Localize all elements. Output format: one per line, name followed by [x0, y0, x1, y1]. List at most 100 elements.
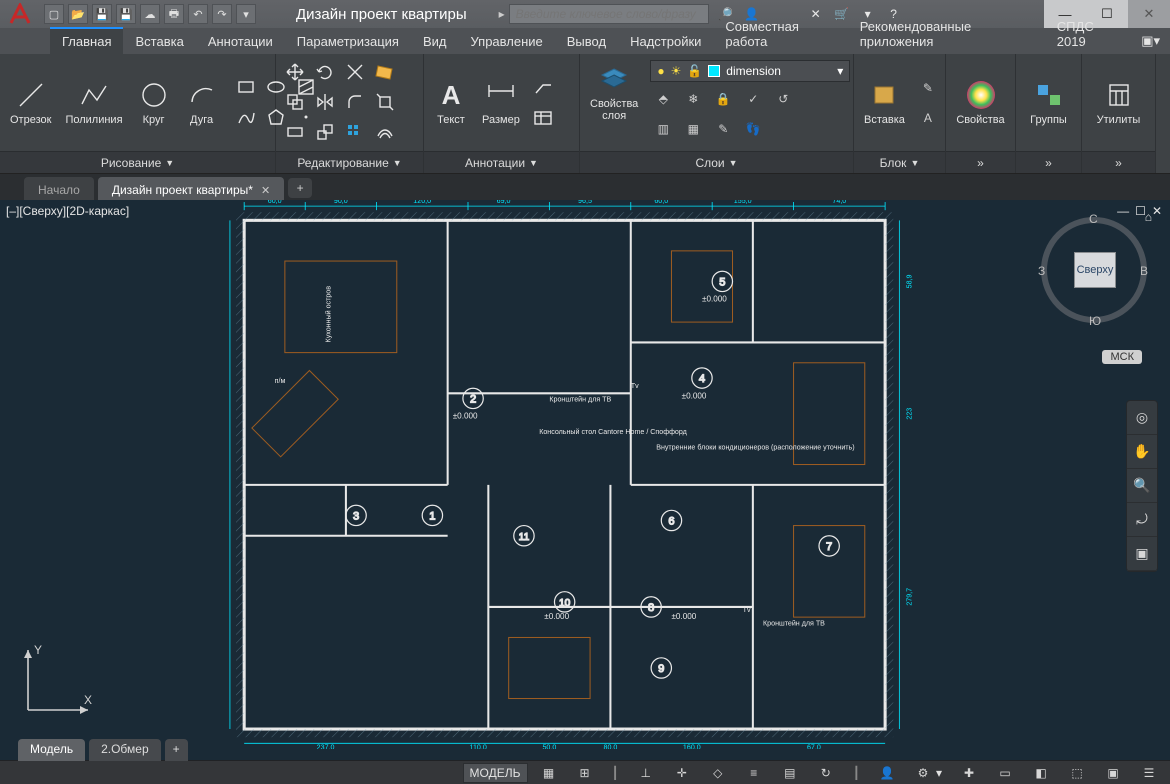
tool-trim-icon[interactable] — [342, 59, 368, 85]
qat-undo-icon[interactable]: ↶ — [188, 4, 208, 24]
tool-rectangle-icon[interactable] — [233, 74, 259, 100]
panel-modify-label[interactable]: Редактирование▼ — [276, 151, 423, 173]
panel-block-label[interactable]: Блок▼ — [854, 151, 945, 173]
layouttab-model[interactable]: Модель — [18, 739, 85, 761]
app-logo[interactable] — [0, 0, 40, 28]
status-osnap-icon[interactable]: ◇ — [703, 763, 733, 783]
qat-open-icon[interactable]: 📂 — [68, 4, 88, 24]
layer-match-icon[interactable]: ✓ — [740, 86, 766, 112]
tab-spds[interactable]: СПДС 2019 — [1047, 14, 1131, 54]
filetab-start[interactable]: Начало — [24, 177, 94, 200]
panel-utilities-label[interactable]: » — [1082, 151, 1155, 173]
tool-explode-icon[interactable] — [372, 89, 398, 115]
layouttab-1[interactable]: 2.Обмер — [89, 739, 161, 761]
status-workspace-icon[interactable]: ⚙▾ — [908, 763, 948, 783]
tool-erase-icon[interactable] — [372, 59, 398, 85]
layer-prev-icon[interactable]: ↺ — [770, 86, 796, 112]
tool-arc[interactable]: Дуга — [181, 76, 223, 128]
tool-circle[interactable]: Круг — [133, 76, 175, 128]
layer-make-icon[interactable]: ✎ — [710, 116, 736, 142]
qat-plot-icon[interactable]: 🖶 — [164, 4, 184, 24]
tool-stretch-icon[interactable] — [282, 119, 308, 145]
layer-iso-icon[interactable]: ▥ — [650, 116, 676, 142]
status-clean-icon[interactable]: ▣ — [1098, 763, 1128, 783]
viewcube-s[interactable]: Ю — [1089, 314, 1101, 328]
qat-more-icon[interactable]: ▾ — [236, 4, 256, 24]
tab-insert[interactable]: Вставка — [123, 29, 195, 54]
search-input[interactable] — [509, 4, 709, 24]
status-custom-icon[interactable]: ☰ — [1134, 763, 1164, 783]
drawing-canvas[interactable]: [–][Сверху][2D-каркас] — ☐ ✕ — [0, 200, 1170, 760]
window-close-button[interactable]: ✕ — [1128, 0, 1170, 28]
status-annomonitor-icon[interactable]: ✚ — [954, 763, 984, 783]
viewcube-face[interactable]: Сверху — [1074, 252, 1116, 288]
qat-saveas-icon[interactable]: 💾 — [116, 4, 136, 24]
tool-spline-icon[interactable] — [233, 104, 259, 130]
nav-wheel-icon[interactable]: ◎ — [1127, 401, 1157, 435]
tab-featured-apps[interactable]: Рекомендованные приложения — [848, 14, 1047, 54]
tool-utilities[interactable]: Утилиты — [1093, 76, 1145, 128]
viewcube-home-icon[interactable]: ⌂ — [1145, 210, 1152, 224]
viewcube-w[interactable]: З — [1038, 264, 1045, 278]
nav-zoom-icon[interactable]: 🔍 — [1127, 469, 1157, 503]
layouttab-add[interactable]: + — [165, 739, 188, 761]
status-transparency-icon[interactable]: ▤ — [775, 763, 805, 783]
ribbon-collapse-icon[interactable]: ▣▾ — [1131, 28, 1170, 54]
panel-layers-label[interactable]: Слои▼ — [580, 151, 853, 173]
status-ortho-icon[interactable]: ⊥ — [631, 763, 661, 783]
status-model-button[interactable]: МОДЕЛЬ — [463, 763, 528, 783]
tool-groups[interactable]: Группы — [1026, 76, 1071, 128]
layer-freeze-icon[interactable]: ❄ — [680, 86, 706, 112]
tool-mirror-icon[interactable] — [312, 89, 338, 115]
qat-new-icon[interactable]: ▢ — [44, 4, 64, 24]
status-cycle-icon[interactable]: ↻ — [811, 763, 841, 783]
tool-fillet-icon[interactable] — [342, 89, 368, 115]
tab-view[interactable]: Вид — [411, 29, 459, 54]
tool-table-icon[interactable] — [530, 105, 556, 131]
tool-layer-properties[interactable]: Свойства слоя — [586, 60, 642, 124]
panel-draw-label[interactable]: Рисование▼ — [0, 151, 275, 173]
tool-dimension[interactable]: Размер — [478, 76, 524, 128]
panel-groups-label[interactable]: » — [1016, 151, 1081, 173]
new-tab-button[interactable]: + — [288, 178, 312, 198]
block-edit-icon[interactable]: ✎ — [915, 75, 941, 101]
tool-copy-icon[interactable] — [282, 89, 308, 115]
tool-offset-icon[interactable] — [372, 119, 398, 145]
tool-line[interactable]: Отрезок — [6, 76, 55, 128]
tool-text[interactable]: AТекст — [430, 76, 472, 128]
tab-collaborate[interactable]: Совместная работа — [713, 14, 847, 54]
layer-uniso-icon[interactable]: ▦ — [680, 116, 706, 142]
filetab-drawing[interactable]: Дизайн проект квартиры*✕ — [98, 177, 284, 200]
layer-walk-icon[interactable]: 👣 — [740, 116, 766, 142]
viewcube-n[interactable]: С — [1089, 212, 1098, 226]
qat-redo-icon[interactable]: ↷ — [212, 4, 232, 24]
view-label[interactable]: [–][Сверху][2D-каркас] — [6, 204, 129, 218]
layer-dropdown[interactable]: ●☀🔓 dimension ▾ — [650, 60, 850, 82]
nav-showmotion-icon[interactable]: ▣ — [1127, 537, 1157, 571]
panel-properties-label[interactable]: » — [946, 151, 1015, 173]
tab-addins[interactable]: Надстройки — [618, 29, 713, 54]
tab-output[interactable]: Вывод — [555, 29, 618, 54]
layer-lock-icon[interactable]: 🔒 — [710, 86, 736, 112]
tool-properties[interactable]: Свойства — [952, 76, 1008, 128]
block-attr-icon[interactable]: A — [915, 105, 941, 131]
qat-save-icon[interactable]: 💾 — [92, 4, 112, 24]
status-isodraft-icon[interactable]: ◧ — [1026, 763, 1056, 783]
nav-orbit-icon[interactable]: ⤾ — [1127, 503, 1157, 537]
status-units-icon[interactable]: ▭ — [990, 763, 1020, 783]
status-annoscale-icon[interactable]: 👤 — [872, 763, 902, 783]
tab-annotate[interactable]: Аннотации — [196, 29, 285, 54]
tab-manage[interactable]: Управление — [458, 29, 554, 54]
status-hardware-icon[interactable]: ⬚ — [1062, 763, 1092, 783]
tool-scale-icon[interactable] — [312, 119, 338, 145]
status-polar-icon[interactable]: ✛ — [667, 763, 697, 783]
tool-rotate-icon[interactable] — [312, 59, 338, 85]
tool-move-icon[interactable] — [282, 59, 308, 85]
status-lwt-icon[interactable]: ≡ — [739, 763, 769, 783]
layer-off-icon[interactable]: ⬘ — [650, 86, 676, 112]
qat-cloud-icon[interactable]: ☁ — [140, 4, 160, 24]
panel-annotation-label[interactable]: Аннотации▼ — [424, 151, 579, 173]
tool-array-icon[interactable] — [342, 119, 368, 145]
tool-leader-icon[interactable] — [530, 75, 556, 101]
close-tab-icon[interactable]: ✕ — [261, 184, 270, 197]
